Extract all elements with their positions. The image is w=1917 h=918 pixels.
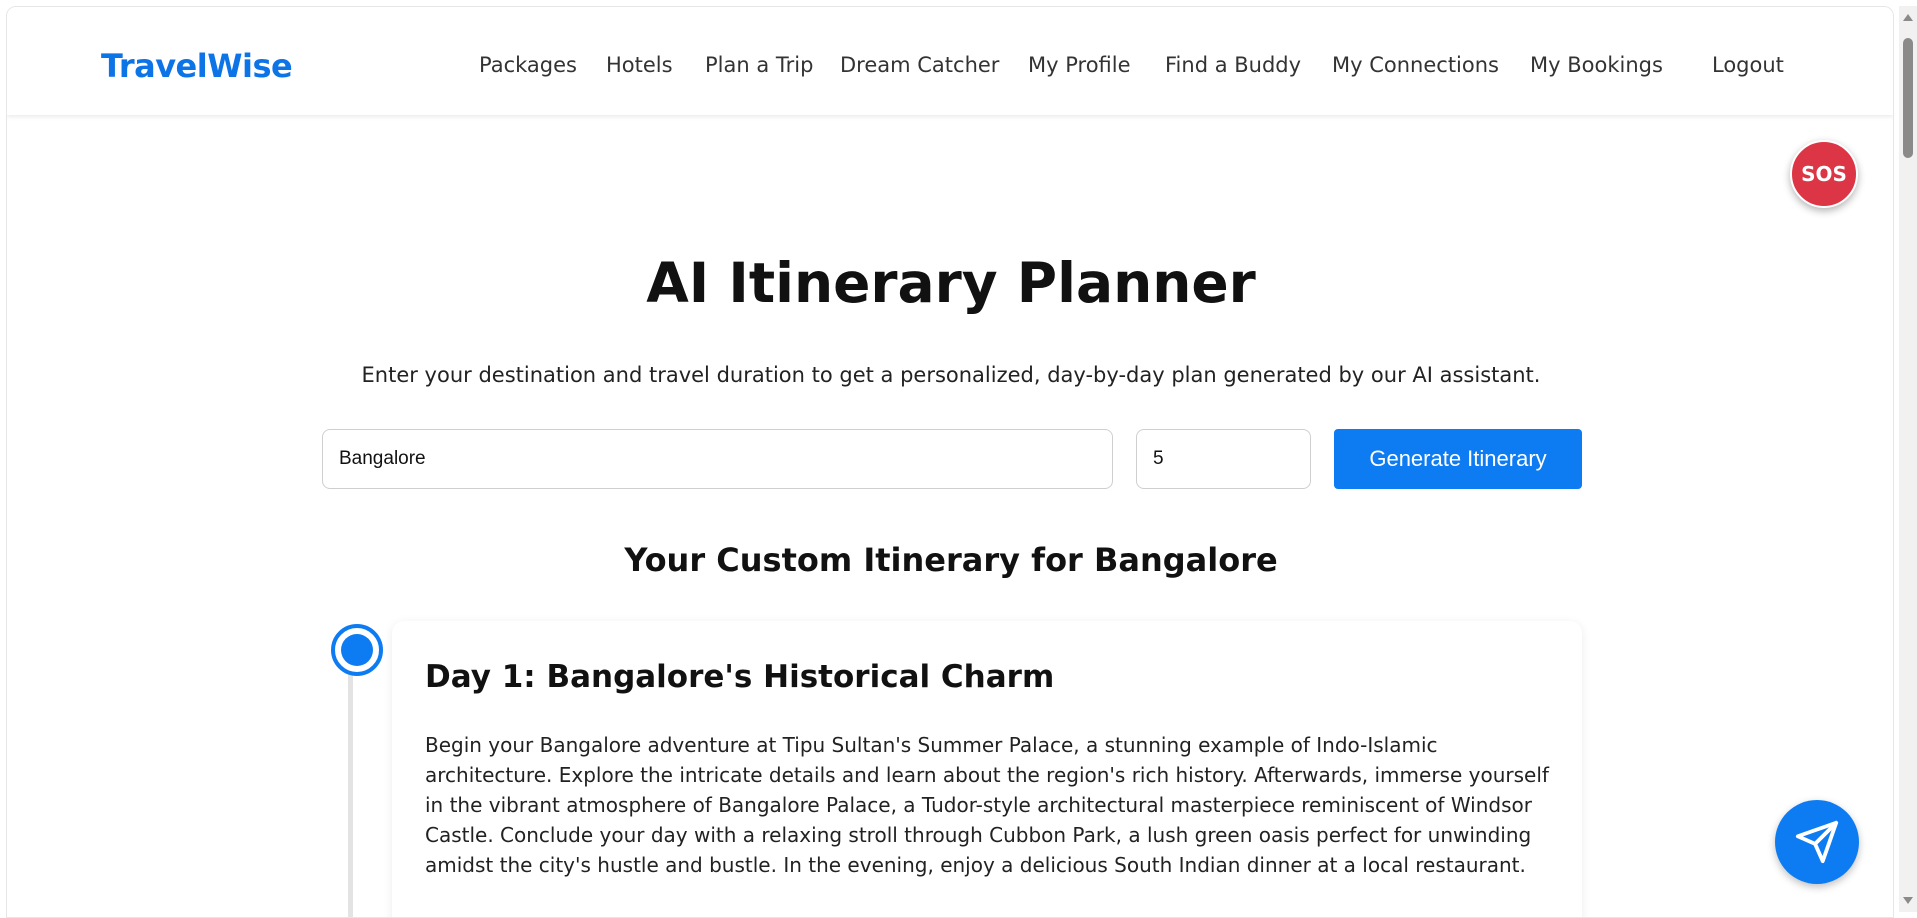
send-icon xyxy=(1795,820,1839,864)
generate-itinerary-button[interactable]: Generate Itinerary xyxy=(1334,429,1582,489)
scroll-up-icon[interactable] xyxy=(1903,14,1913,21)
nav-plan-a-trip[interactable]: Plan a Trip xyxy=(705,53,813,77)
nav-my-profile[interactable]: My Profile xyxy=(1028,53,1131,77)
day-card: Day 1: Bangalore's Historical Charm Begi… xyxy=(392,621,1582,917)
sos-button[interactable]: SOS xyxy=(1790,140,1858,208)
scroll-thumb[interactable] xyxy=(1903,38,1913,158)
days-input[interactable]: 5 xyxy=(1136,429,1311,489)
nav-hotels[interactable]: Hotels xyxy=(606,53,673,77)
page-title: AI Itinerary Planner xyxy=(646,251,1256,315)
page-subtitle: Enter your destination and travel durati… xyxy=(361,363,1541,387)
navbar: TravelWise Packages Hotels Plan a Trip D… xyxy=(7,7,1893,115)
nav-dream-catcher[interactable]: Dream Catcher xyxy=(840,53,999,77)
nav-my-connections[interactable]: My Connections xyxy=(1332,53,1499,77)
send-button[interactable] xyxy=(1775,800,1859,884)
timeline-line xyxy=(348,667,353,917)
scroll-down-icon[interactable] xyxy=(1903,897,1913,904)
day-title: Day 1: Bangalore's Historical Charm xyxy=(425,659,1055,695)
timeline-dot-fill xyxy=(341,634,373,666)
itinerary-heading: Your Custom Itinerary for Bangalore xyxy=(624,541,1278,579)
destination-input[interactable]: Bangalore xyxy=(322,429,1113,489)
timeline-dot xyxy=(331,624,383,676)
scrollbar[interactable] xyxy=(1899,6,1917,912)
nav-find-a-buddy[interactable]: Find a Buddy xyxy=(1165,53,1301,77)
nav-my-bookings[interactable]: My Bookings xyxy=(1530,53,1663,77)
nav-logout[interactable]: Logout xyxy=(1712,53,1784,77)
browser-window: TravelWise Packages Hotels Plan a Trip D… xyxy=(6,6,1894,918)
day-description: Begin your Bangalore adventure at Tipu S… xyxy=(425,733,1549,877)
nav-links: Packages Hotels Plan a Trip Dream Catche… xyxy=(7,53,1893,83)
nav-packages[interactable]: Packages xyxy=(479,53,577,77)
